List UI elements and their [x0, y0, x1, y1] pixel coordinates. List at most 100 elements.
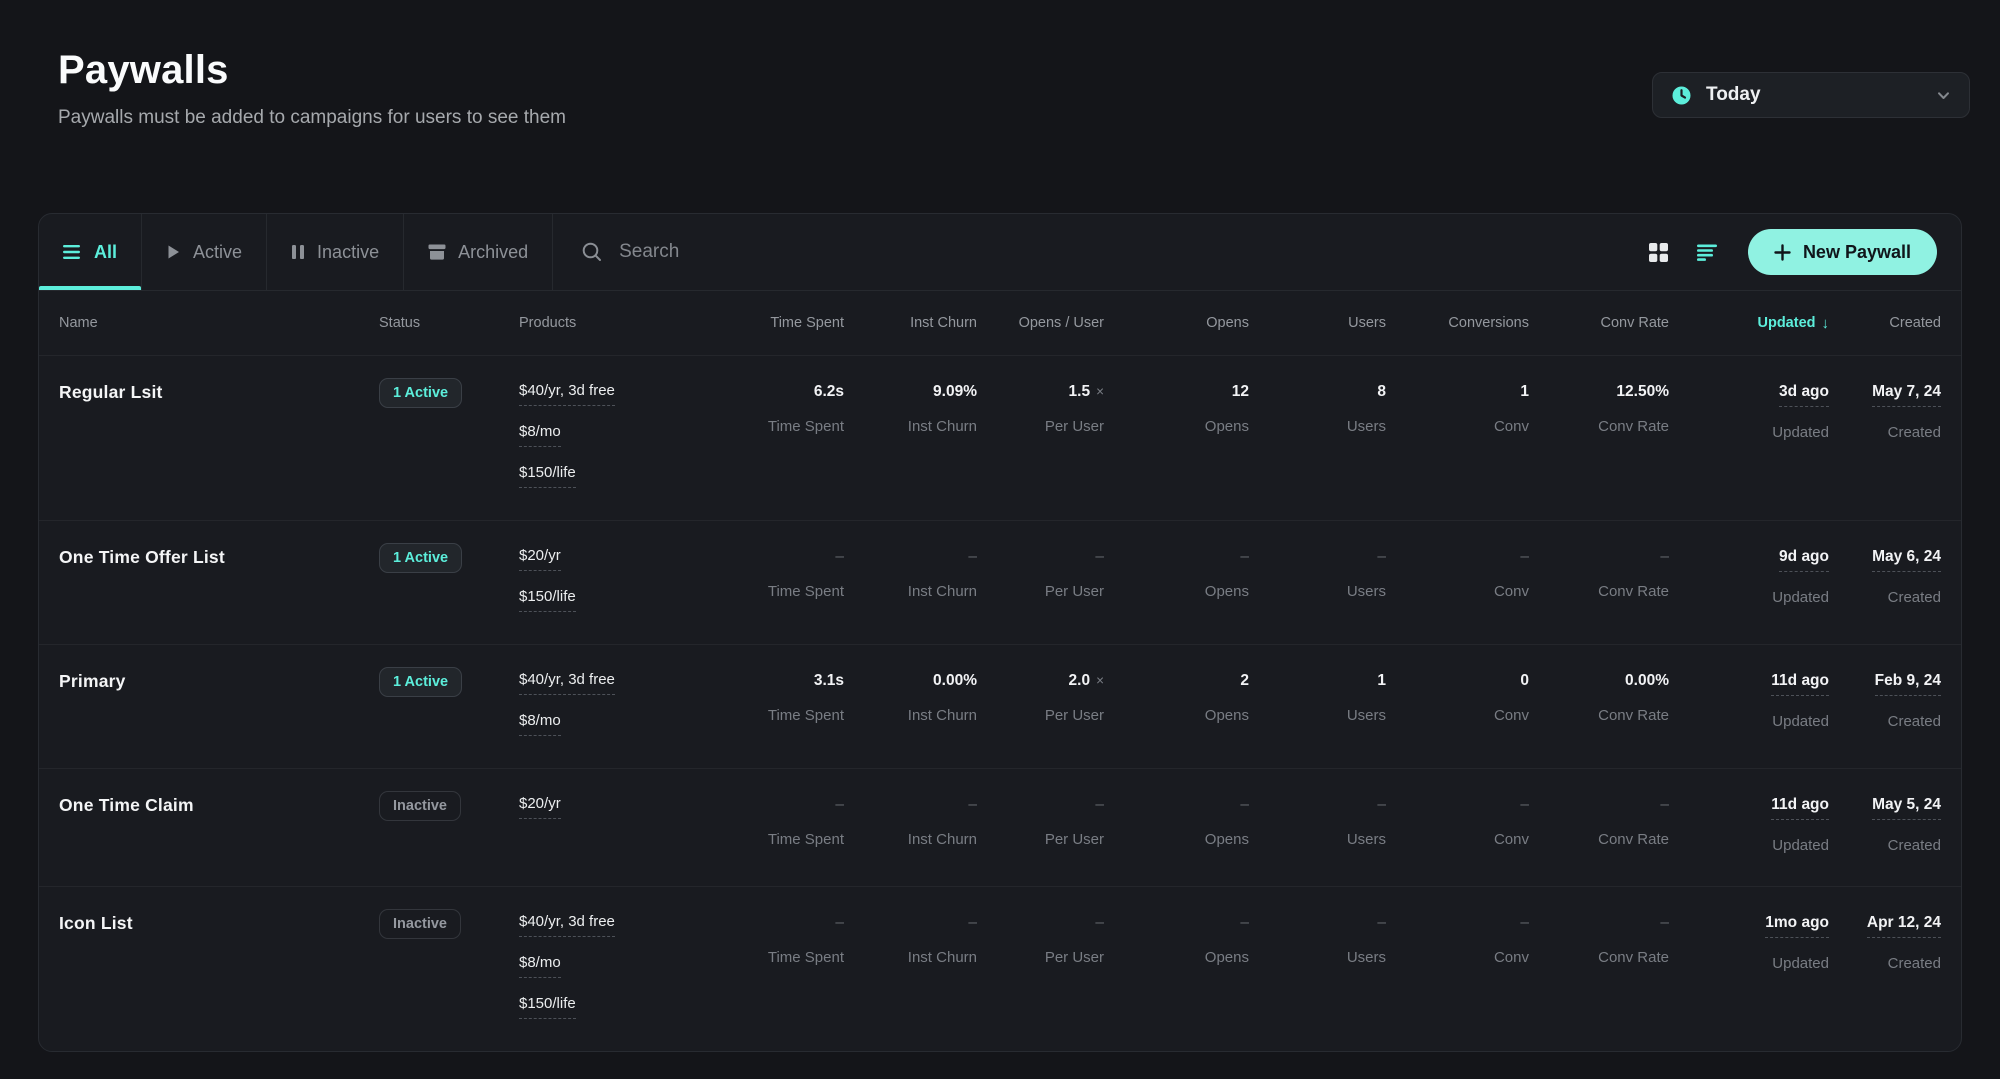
- table-row[interactable]: One Time Claim Inactive $20/yr –Time Spe…: [39, 768, 1961, 886]
- paywall-name: Icon List: [59, 913, 133, 933]
- metric-inst-churn: –Inst Churn: [844, 887, 977, 1051]
- metric-updated: 1mo agoUpdated: [1669, 887, 1829, 1051]
- product-item[interactable]: $150/life: [519, 464, 576, 488]
- table-row[interactable]: Regular Lsit 1 Active $40/yr, 3d free$8/…: [39, 355, 1961, 520]
- search-input[interactable]: [619, 241, 1620, 263]
- tab-archived[interactable]: Archived: [404, 214, 553, 290]
- product-item[interactable]: $150/life: [519, 588, 576, 612]
- pause-icon: [291, 244, 305, 260]
- metric-opens: –Opens: [1104, 887, 1249, 1051]
- paywall-name: Primary: [59, 671, 126, 691]
- metric-users: –Users: [1249, 769, 1386, 886]
- column-header-status[interactable]: Status: [379, 315, 519, 331]
- column-header-opens-user[interactable]: Opens / User: [977, 315, 1104, 331]
- product-item[interactable]: $40/yr, 3d free: [519, 382, 615, 406]
- plus-icon: [1774, 244, 1791, 261]
- products-cell: $20/yr: [519, 769, 704, 886]
- page-subtitle: Paywalls must be added to campaigns for …: [58, 107, 566, 129]
- metric-inst-churn: 9.09%Inst Churn: [844, 356, 977, 520]
- column-header-opens[interactable]: Opens: [1104, 315, 1249, 331]
- page-title: Paywalls: [58, 48, 566, 93]
- created-value[interactable]: Apr 12, 24: [1867, 913, 1941, 938]
- product-item[interactable]: $8/mo: [519, 712, 561, 736]
- metric-updated: 9d agoUpdated: [1669, 521, 1829, 644]
- table-header: Name Status Products Time Spent Inst Chu…: [39, 291, 1961, 355]
- updated-value[interactable]: 9d ago: [1779, 547, 1829, 572]
- chevron-down-icon: [1936, 88, 1951, 103]
- column-header-updated[interactable]: Updated ↓: [1669, 315, 1829, 332]
- metric-created: May 5, 24Created: [1829, 769, 1941, 886]
- metric-conversions: –Conv: [1386, 769, 1529, 886]
- list-view-icon[interactable]: [1697, 244, 1718, 261]
- page-header: Paywalls Paywalls must be added to campa…: [0, 0, 2000, 129]
- metric-created: May 7, 24Created: [1829, 356, 1941, 520]
- clock-icon: [1671, 85, 1692, 106]
- created-value[interactable]: Feb 9, 24: [1875, 671, 1941, 696]
- products-cell: $40/yr, 3d free $8/mo $150/life: [519, 356, 704, 520]
- updated-value[interactable]: 11d ago: [1771, 795, 1829, 820]
- tab-active[interactable]: Active: [142, 214, 267, 290]
- multiplier-symbol: ×: [1096, 673, 1104, 688]
- metric-opens: –Opens: [1104, 769, 1249, 886]
- multiplier-symbol: ×: [1096, 384, 1104, 399]
- metric-conv-rate: –Conv Rate: [1529, 521, 1669, 644]
- created-value[interactable]: May 7, 24: [1872, 382, 1941, 407]
- product-item[interactable]: $40/yr, 3d free: [519, 913, 615, 937]
- table-row[interactable]: Primary 1 Active $40/yr, 3d free$8/mo 3.…: [39, 644, 1961, 768]
- product-item[interactable]: $8/mo: [519, 954, 561, 978]
- products-cell: $20/yr $150/life: [519, 521, 704, 644]
- metric-time-spent: –Time Spent: [704, 769, 844, 886]
- product-item[interactable]: $8/mo: [519, 423, 561, 447]
- view-toggles: [1648, 214, 1748, 290]
- metric-opens-per-user: –Per User: [977, 769, 1104, 886]
- product-item[interactable]: $20/yr: [519, 795, 561, 819]
- created-value[interactable]: May 5, 24: [1872, 795, 1941, 820]
- metric-conv-rate: 12.50%Conv Rate: [1529, 356, 1669, 520]
- new-paywall-label: New Paywall: [1803, 242, 1911, 263]
- product-item[interactable]: $20/yr: [519, 547, 561, 571]
- updated-value[interactable]: 1mo ago: [1765, 913, 1829, 938]
- play-icon: [166, 244, 181, 260]
- created-value[interactable]: May 6, 24: [1872, 547, 1941, 572]
- search-bar: [553, 214, 1648, 290]
- metric-time-spent: 6.2sTime Spent: [704, 356, 844, 520]
- tab-all[interactable]: All: [39, 214, 142, 290]
- column-header-users[interactable]: Users: [1249, 315, 1386, 331]
- new-paywall-button[interactable]: New Paywall: [1748, 229, 1937, 275]
- time-filter-dropdown[interactable]: Today: [1652, 72, 1970, 118]
- table-row[interactable]: One Time Offer List 1 Active $20/yr$150/…: [39, 520, 1961, 644]
- metric-created: May 6, 24Created: [1829, 521, 1941, 644]
- metric-conversions: –Conv: [1386, 521, 1529, 644]
- archive-icon: [428, 244, 446, 260]
- tab-label: Archived: [458, 242, 528, 263]
- column-header-products[interactable]: Products: [519, 315, 704, 331]
- column-header-name[interactable]: Name: [59, 315, 379, 331]
- metric-users: –Users: [1249, 887, 1386, 1051]
- product-item[interactable]: $150/life: [519, 995, 576, 1019]
- tab-inactive[interactable]: Inactive: [267, 214, 404, 290]
- column-header-conv-rate[interactable]: Conv Rate: [1529, 315, 1669, 331]
- metric-opens-per-user: –Per User: [977, 887, 1104, 1051]
- tab-label: All: [94, 242, 117, 263]
- status-badge: 1 Active: [379, 667, 462, 697]
- metric-conversions: 1Conv: [1386, 356, 1529, 520]
- metric-conv-rate: –Conv Rate: [1529, 887, 1669, 1051]
- column-header-conversions[interactable]: Conversions: [1386, 315, 1529, 331]
- updated-value[interactable]: 11d ago: [1771, 671, 1829, 696]
- grid-view-icon[interactable]: [1648, 242, 1669, 263]
- column-header-inst-churn[interactable]: Inst Churn: [844, 315, 977, 331]
- status-badge: 1 Active: [379, 543, 462, 573]
- table-row[interactable]: Icon List Inactive $40/yr, 3d free$8/mo$…: [39, 886, 1961, 1051]
- title-block: Paywalls Paywalls must be added to campa…: [58, 48, 566, 129]
- column-header-created[interactable]: Created: [1829, 315, 1941, 331]
- metric-inst-churn: 0.00%Inst Churn: [844, 645, 977, 768]
- metric-opens-per-user: 1.5×Per User: [977, 356, 1104, 520]
- metric-users: 8Users: [1249, 356, 1386, 520]
- updated-value[interactable]: 3d ago: [1779, 382, 1829, 407]
- metric-inst-churn: –Inst Churn: [844, 521, 977, 644]
- product-item[interactable]: $40/yr, 3d free: [519, 671, 615, 695]
- column-header-time-spent[interactable]: Time Spent: [704, 315, 844, 331]
- metric-opens: 2Opens: [1104, 645, 1249, 768]
- time-filter-value: Today: [1706, 84, 1922, 106]
- metric-conv-rate: –Conv Rate: [1529, 769, 1669, 886]
